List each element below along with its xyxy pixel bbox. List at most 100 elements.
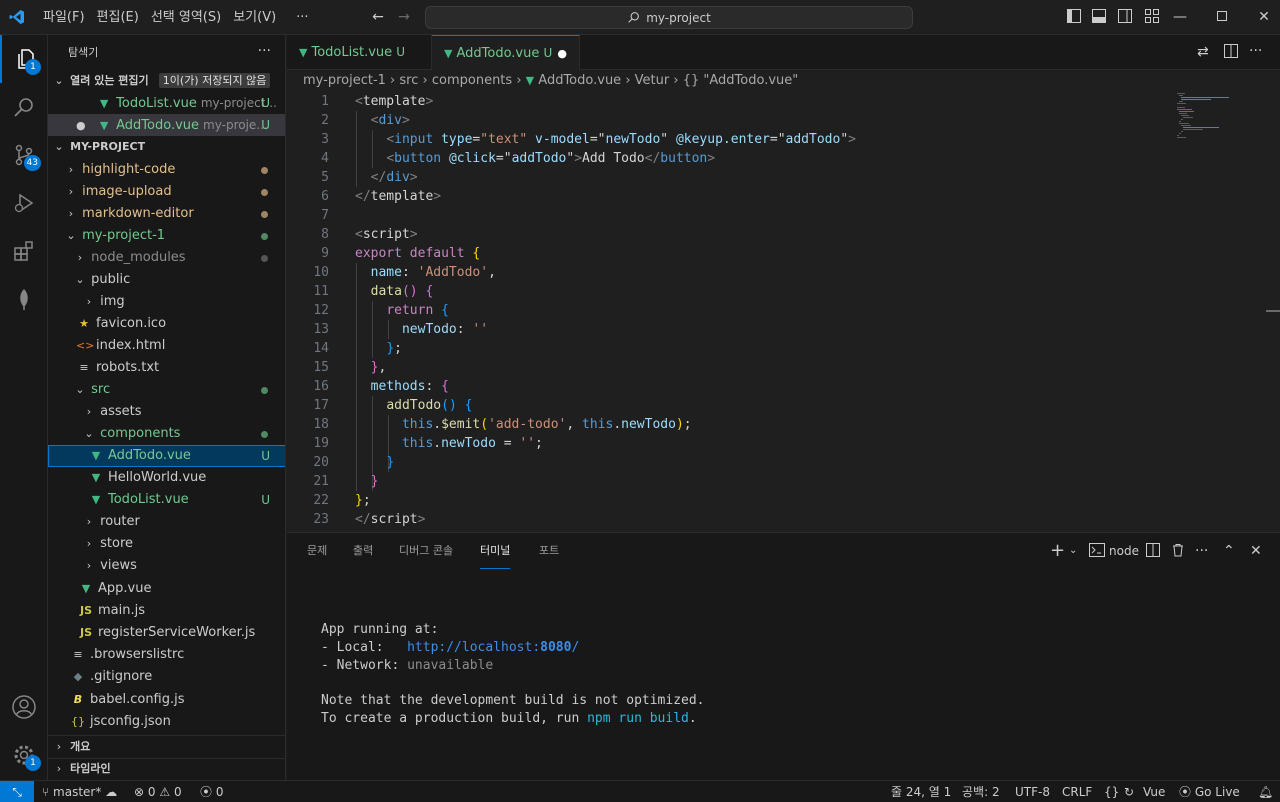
tree-folder[interactable]: › node_modules <box>48 247 285 269</box>
chevron-down-icon[interactable]: ⌄ <box>1069 543 1077 559</box>
branch-indicator[interactable]: ⑂ master* ☁ <box>42 781 117 802</box>
tree-folder[interactable]: ⌄ public <box>48 269 285 291</box>
outline-header[interactable]: › 개요 <box>48 736 285 758</box>
tree-file[interactable]: ≡ robots.txt <box>48 357 285 379</box>
status-bar: ⤡ ⑂ master* ☁ ⊗ 0 ⚠ 0 ⦿ 0 줄 24, 열 1 공백: … <box>0 780 1280 802</box>
toggle-primary-sidebar-icon[interactable] <box>1066 9 1082 25</box>
indentation[interactable]: 공백: 2 <box>962 781 1000 802</box>
tree-file[interactable]: ▼ TodoList.vue U <box>48 489 285 511</box>
minimize-icon[interactable]: — <box>1172 9 1188 25</box>
trash-icon[interactable] <box>1171 543 1185 559</box>
tree-folder[interactable]: › router <box>48 511 285 533</box>
run-debug-activity[interactable] <box>0 179 48 227</box>
timeline-header[interactable]: › 타임라인 <box>48 758 285 780</box>
split-terminal-icon[interactable] <box>1146 543 1160 559</box>
tree-folder[interactable]: ⌄ components <box>48 423 285 445</box>
tree-folder[interactable]: › image-upload <box>48 181 285 203</box>
tree-folder[interactable]: › markdown-editor <box>48 203 285 225</box>
tree-label: assets <box>100 404 142 419</box>
close-window-icon[interactable]: ✕ <box>1256 9 1272 25</box>
menu-view[interactable]: 보기(V) <box>227 0 282 35</box>
source-control-activity[interactable]: 43 <box>0 131 48 179</box>
tree-file[interactable]: JS main.js <box>48 600 285 622</box>
tab-debug-console[interactable]: 디버그 콘솔 <box>399 533 453 569</box>
tab-terminal[interactable]: 터미널 <box>480 533 511 569</box>
tab-addtodo[interactable]: ▼ AddTodo.vue U ● <box>432 35 580 70</box>
breadcrumb-item[interactable]: src <box>399 73 418 88</box>
explorer-activity[interactable]: 1 <box>0 35 48 83</box>
open-editor-item[interactable]: ● ▼ AddTodo.vue my-proje... U <box>48 114 285 136</box>
scrollbar-marker[interactable] <box>1266 310 1280 312</box>
remote-indicator-icon[interactable]: ⤡ <box>0 781 34 802</box>
notifications-icon[interactable]: 🔔︎ <box>1258 781 1273 802</box>
back-arrow-icon[interactable]: ← <box>370 9 386 25</box>
mongodb-activity[interactable] <box>0 275 48 323</box>
encoding[interactable]: UTF-8 <box>1015 781 1050 802</box>
breadcrumb-item[interactable]: AddTodo.vue <box>538 73 621 88</box>
tree-folder[interactable]: › assets <box>48 401 285 423</box>
more-actions-icon[interactable]: ··· <box>1195 543 1208 559</box>
tree-file-selected[interactable]: ▼ AddTodo.vue U <box>48 445 285 467</box>
tree-folder[interactable]: › store <box>48 533 285 555</box>
tree-file[interactable]: ★ favicon.ico <box>48 313 285 335</box>
line-number: 15 <box>313 360 329 375</box>
menu-selection[interactable]: 선택 영역(S) <box>145 0 227 35</box>
more-actions-icon[interactable]: ··· <box>258 35 271 70</box>
compare-changes-icon[interactable]: ⇄ <box>1197 44 1209 60</box>
maximize-panel-icon[interactable]: ⌃ <box>1223 543 1235 559</box>
toggle-secondary-sidebar-icon[interactable] <box>1117 9 1133 25</box>
language-mode[interactable]: Vue <box>1143 781 1165 802</box>
tree-folder[interactable]: › views <box>48 555 285 577</box>
split-editor-icon[interactable] <box>1224 44 1238 60</box>
open-editors-header[interactable]: ⌄ 열려 있는 편집기 1이(가) 저장되지 않음 <box>48 70 285 92</box>
problems-indicator[interactable]: ⊗ 0 ⚠ 0 <box>134 781 182 802</box>
tree-folder[interactable]: › img <box>48 291 285 313</box>
new-terminal-icon[interactable]: + <box>1050 542 1065 560</box>
breadcrumb-item[interactable]: Vetur <box>635 73 670 88</box>
terminal-icon <box>1089 543 1105 559</box>
extensions-activity[interactable] <box>0 227 48 275</box>
tree-folder[interactable]: ⌄ src <box>48 379 285 401</box>
toggle-panel-icon[interactable] <box>1091 9 1107 25</box>
go-live-button[interactable]: ⦿ Go Live <box>1179 781 1240 802</box>
customize-layout-icon[interactable] <box>1144 9 1160 25</box>
forward-arrow-icon[interactable]: → <box>396 9 412 25</box>
more-actions-icon[interactable]: ··· <box>1249 43 1262 59</box>
menu-file[interactable]: 파일(F) <box>37 0 91 35</box>
tab-todolist[interactable]: ▼ TodoList.vue U <box>287 35 432 70</box>
tab-output[interactable]: 출력 <box>353 533 373 569</box>
command-center-search[interactable]: my-project <box>425 6 913 29</box>
maximize-icon[interactable] <box>1214 9 1230 25</box>
menu-edit[interactable]: 편집(E) <box>91 0 145 35</box>
close-panel-icon[interactable]: ✕ <box>1250 543 1262 559</box>
search-activity[interactable] <box>0 83 48 131</box>
tree-file[interactable]: {} jsconfig.json <box>48 711 285 733</box>
tab-ports[interactable]: 포트 <box>539 533 559 569</box>
manage-activity[interactable]: 1 <box>0 731 48 779</box>
breadcrumb-item[interactable]: {} "AddTodo.vue" <box>683 73 799 88</box>
tree-file[interactable]: <> index.html <box>48 335 285 357</box>
tree-file[interactable]: ◆ .gitignore <box>48 666 285 688</box>
tab-problems[interactable]: 문제 <box>307 533 327 569</box>
language-json-icon[interactable]: {} <box>1104 781 1119 802</box>
tree-file[interactable]: ≡ .browserslistrc <box>48 644 285 666</box>
breadcrumb-item[interactable]: components <box>432 73 512 88</box>
code-editor[interactable]: 1 2 3 4 5 6 7 8 9 10 11 12 13 14 15 16 1… <box>287 92 1280 532</box>
tree-file[interactable]: Bbabel.config.js <box>48 689 285 711</box>
project-header[interactable]: ⌄ MY-PROJECT <box>48 136 285 158</box>
tree-folder[interactable]: ⌄ my-project-1 <box>48 225 285 247</box>
tree-folder[interactable]: › highlight-code <box>48 159 285 181</box>
accounts-activity[interactable] <box>0 683 48 731</box>
ports-indicator[interactable]: ⦿ 0 <box>200 781 223 802</box>
terminal-name[interactable]: node <box>1109 543 1139 559</box>
tree-file[interactable]: JS registerServiceWorker.js <box>48 622 285 644</box>
tree-file[interactable]: ▼ HelloWorld.vue <box>48 467 285 489</box>
minimap[interactable] <box>1175 92 1265 532</box>
open-editor-item[interactable]: ▼ TodoList.vue my-project... U <box>48 92 285 114</box>
cursor-position[interactable]: 줄 24, 열 1 <box>891 781 951 802</box>
line-ending[interactable]: CRLF <box>1062 781 1092 802</box>
tree-file[interactable]: ▼ App.vue <box>48 578 285 600</box>
unsaved-dot-icon[interactable]: ● <box>557 36 567 71</box>
breadcrumb-item[interactable]: my-project-1 <box>303 73 386 88</box>
menu-more[interactable]: ··· <box>290 0 314 35</box>
